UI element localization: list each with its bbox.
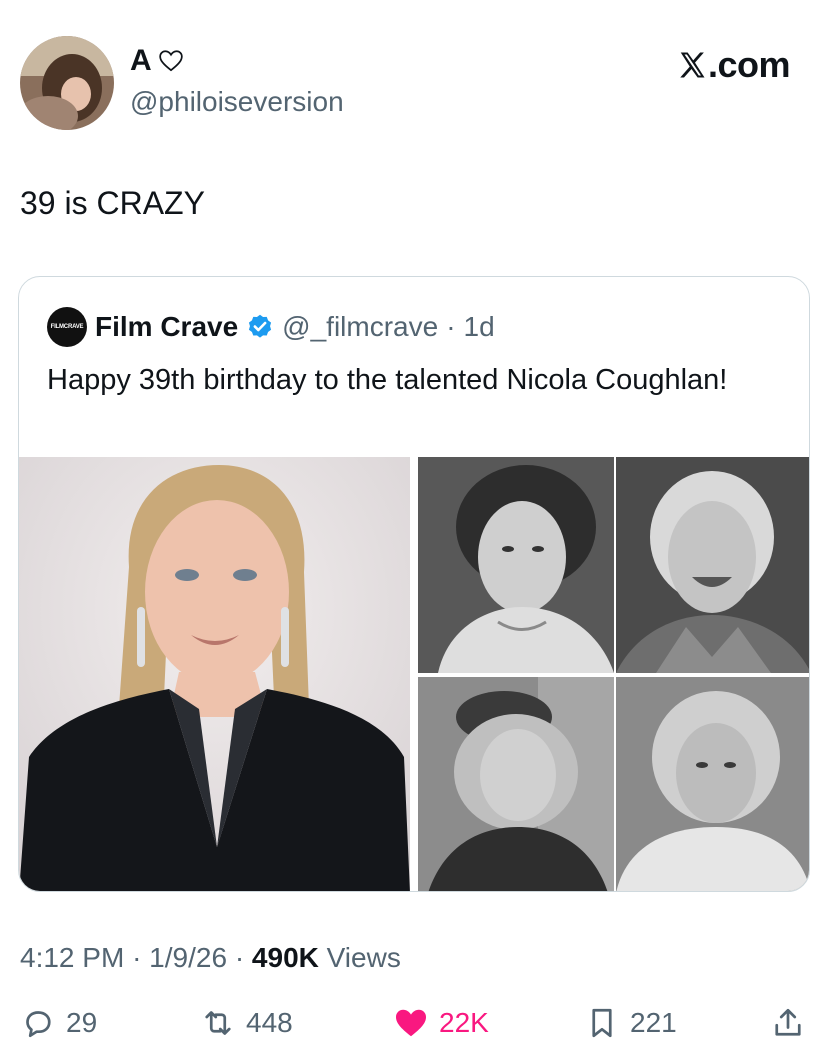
bookmark-count: 221 [630, 1007, 677, 1038]
like-count: 22K [439, 1007, 489, 1038]
like-button[interactable]: 22K [393, 1005, 489, 1041]
repost-button[interactable]: 448 [200, 1005, 293, 1041]
meta-separator: · [234, 942, 245, 973]
heart-outline-icon [158, 50, 183, 72]
filmcrave-logo-text: FILMCRAVE [50, 324, 84, 330]
author-name[interactable]: A [130, 44, 184, 78]
avatar[interactable] [20, 36, 114, 130]
repost-count: 448 [246, 1007, 293, 1038]
tweet-meta: 4:12 PM · 1/9/26 · 490K Views [20, 942, 401, 974]
action-bar: 29 448 22K 221 [0, 1005, 828, 1055]
quoted-tweet-age[interactable]: 1d [464, 311, 495, 343]
bookmark-icon [592, 1008, 612, 1038]
reply-icon [26, 1011, 51, 1038]
site-watermark: .com [677, 44, 791, 86]
media-photo-bw-2[interactable] [616, 457, 809, 673]
tweet-text: 39 is CRAZY [20, 185, 205, 221]
tweet-date[interactable]: 1/9/26 [149, 942, 227, 973]
quoted-author-name[interactable]: Film Crave [95, 311, 238, 343]
meta-separator: · [132, 942, 142, 973]
views-label: Views [326, 942, 401, 973]
media-grid [19, 457, 809, 891]
separator-dot: · [446, 311, 456, 342]
media-photo-bw-1[interactable] [418, 457, 614, 673]
reply-count: 29 [66, 1007, 98, 1038]
heart-filled-icon [396, 1009, 426, 1037]
quoted-tweet-header: FILMCRAVE Film Crave @_filmcrave · 1d [47, 307, 495, 347]
media-photo-bw-3[interactable] [418, 677, 614, 891]
site-label: .com [707, 44, 791, 85]
views-count: 490K [251, 942, 319, 973]
repost-icon [205, 1011, 231, 1035]
x-logo-icon [680, 52, 705, 78]
bookmark-button[interactable]: 221 [584, 1005, 677, 1041]
tweet-time[interactable]: 4:12 PM [20, 942, 124, 973]
media-photo-portrait[interactable] [19, 457, 410, 891]
reply-button[interactable]: 29 [20, 1005, 97, 1041]
quoted-tweet-text: Happy 39th birthday to the talented Nico… [47, 364, 728, 396]
quoted-tweet[interactable]: FILMCRAVE Film Crave @_filmcrave · 1d Ha… [18, 276, 810, 892]
filmcrave-logo[interactable]: FILMCRAVE [47, 307, 87, 347]
author-handle[interactable]: @philoiseversion [130, 86, 344, 118]
verified-badge-icon [249, 314, 272, 338]
share-button[interactable] [770, 1005, 806, 1041]
share-icon [775, 1008, 801, 1036]
avatar-photo [20, 36, 114, 130]
author-display-name: A [130, 44, 152, 77]
media-photo-bw-4[interactable] [616, 677, 809, 891]
quoted-author-handle[interactable]: @_filmcrave [282, 311, 438, 343]
